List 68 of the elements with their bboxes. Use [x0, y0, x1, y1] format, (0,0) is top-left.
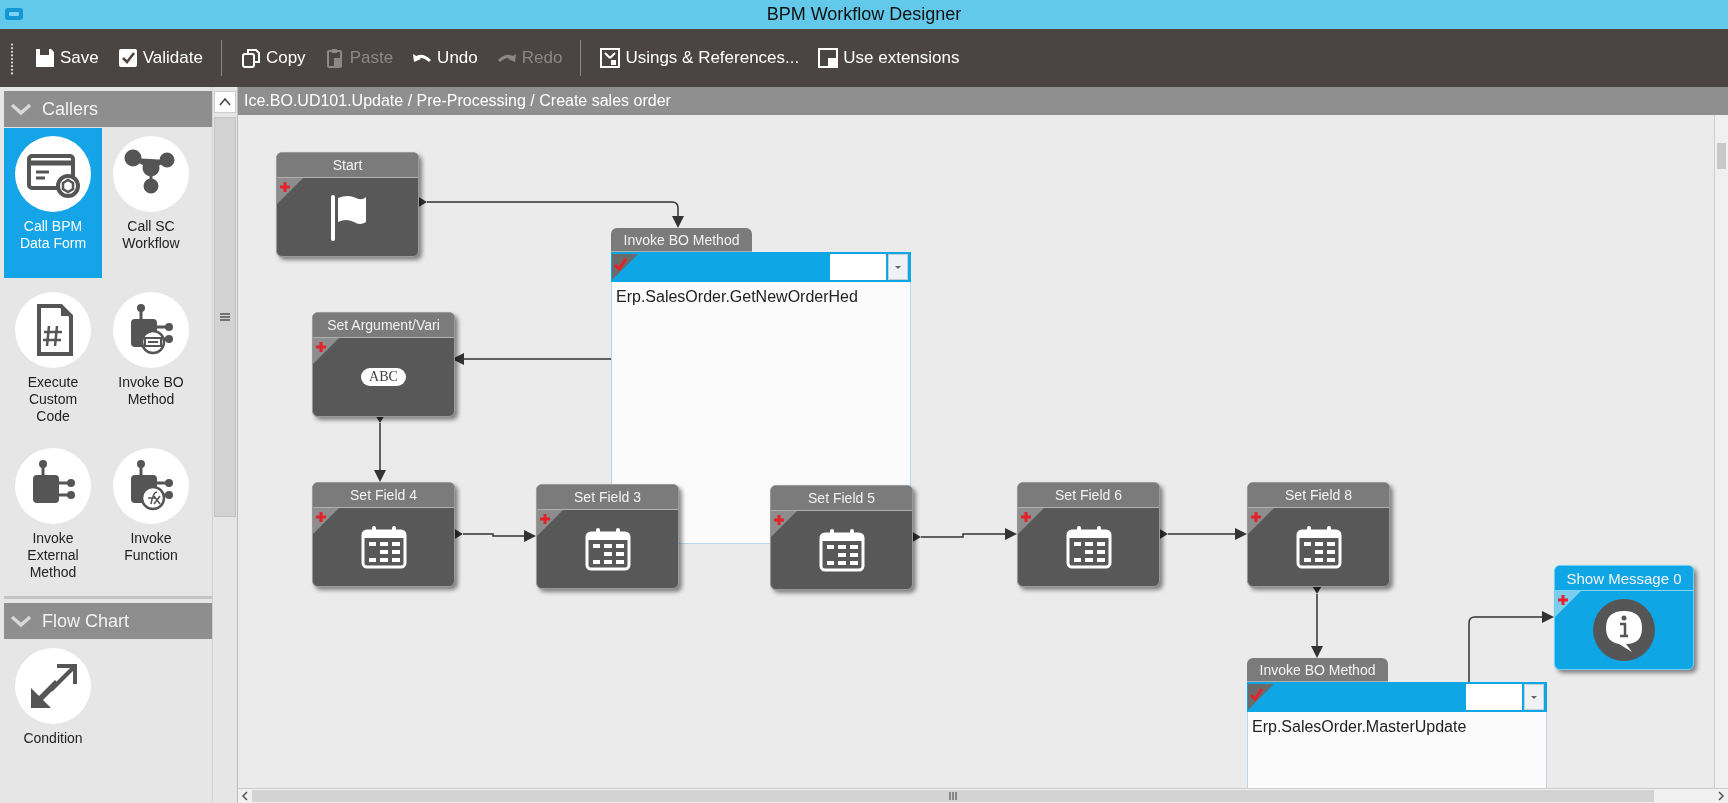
- calendar-icon: [1064, 524, 1113, 570]
- toolbar-button[interactable]: Undo: [405, 44, 484, 72]
- app-icon: [4, 7, 24, 21]
- copy-icon: [239, 47, 262, 69]
- calendar-icon: [359, 524, 408, 570]
- breadcrumb-path: Ice.BO.UD101.Update / Pre-Processing / Create sales order: [238, 87, 1728, 115]
- toolbox-item[interactable]: Call SC Workflow: [102, 128, 200, 278]
- toolbar-button[interactable]: Usings & References...: [593, 43, 806, 73]
- checkbox-icon: [116, 47, 139, 69]
- hash-file-icon: [15, 292, 91, 368]
- undo-icon: [411, 52, 434, 64]
- node-title[interactable]: Invoke BO Method: [1247, 658, 1388, 682]
- chevron-icon: [10, 613, 32, 629]
- node-title: Set Field 5: [771, 486, 912, 511]
- square-icon: [817, 47, 840, 69]
- toolbar-grip-icon[interactable]: [10, 41, 14, 75]
- toolbox-item[interactable]: Invoke Function: [102, 440, 200, 590]
- node-title: Show Message 0: [1555, 566, 1693, 591]
- toolbar-button[interactable]: Save: [28, 43, 105, 73]
- section-header[interactable]: Callers: [4, 91, 212, 127]
- window-icon: [599, 47, 622, 69]
- scrollbar-thumb[interactable]: [1717, 143, 1726, 169]
- workflow-node[interactable]: Set Field 3: [536, 484, 679, 589]
- node-title: Set Field 8: [1248, 483, 1389, 508]
- scroll-up-button[interactable]: [214, 91, 236, 113]
- workflow-node[interactable]: Set Field 6: [1017, 482, 1160, 587]
- calendar-icon: [583, 526, 632, 572]
- toolbox-item[interactable]: Call BPM Data Form: [4, 128, 102, 278]
- toolbox-item[interactable]: Execute Custom Code: [4, 284, 102, 434]
- block-icon: [15, 448, 91, 524]
- toolbox-item[interactable]: Condition: [4, 640, 102, 790]
- toolbox-item[interactable]: Invoke BO Method: [102, 284, 200, 434]
- toolbox-item[interactable]: Invoke External Method: [4, 440, 102, 590]
- workflow-node[interactable]: Set Field 4: [312, 482, 455, 587]
- chevron-icon: [10, 101, 32, 117]
- method-name: Erp.SalesOrder.GetNewOrderHed: [616, 288, 858, 305]
- value-badge: ABC: [361, 368, 406, 386]
- scrollbar-thumb[interactable]: [214, 117, 236, 517]
- redo-icon: [495, 52, 518, 64]
- calendar-icon: [1294, 524, 1343, 570]
- function-block-icon: [113, 448, 189, 524]
- method-selector[interactable]: [611, 252, 911, 282]
- node-title: Set Field 4: [313, 483, 454, 508]
- scrollbar-thumb[interactable]: [252, 790, 1654, 802]
- node-title: Set Field 3: [537, 485, 678, 510]
- block-icon: [113, 292, 189, 368]
- node-graph-icon: [113, 136, 189, 212]
- calendar-icon: [817, 527, 866, 573]
- section-header[interactable]: Flow Chart: [4, 603, 212, 639]
- workflow-node[interactable]: Set Field 8: [1247, 482, 1390, 587]
- grip-icon: [949, 792, 957, 800]
- grip-icon: [220, 313, 230, 321]
- method-selector[interactable]: [1247, 682, 1547, 712]
- method-name: Erp.SalesOrder.MasterUpdate: [1252, 718, 1467, 735]
- workflow-node[interactable]: Set Argument/Vari ABC: [312, 312, 455, 417]
- form-icon: [15, 136, 91, 212]
- workflow-node[interactable]: Start: [276, 152, 419, 257]
- info-bubble-icon: [1592, 598, 1656, 662]
- workflow-node[interactable]: Set Field 5: [770, 485, 913, 590]
- node-title: Start: [277, 153, 418, 178]
- toolbar-button[interactable]: Use extensions: [811, 43, 966, 73]
- toolbar-button[interactable]: Validate: [110, 43, 209, 73]
- node-title: Set Argument/Vari: [313, 313, 454, 338]
- node-title[interactable]: Invoke BO Method: [611, 228, 752, 252]
- node-title: Set Field 6: [1018, 483, 1159, 508]
- toolbar-button[interactable]: Copy: [233, 43, 312, 73]
- workflow-node[interactable]: Show Message 0: [1554, 565, 1694, 670]
- window-title: BPM Workflow Designer: [766, 4, 962, 25]
